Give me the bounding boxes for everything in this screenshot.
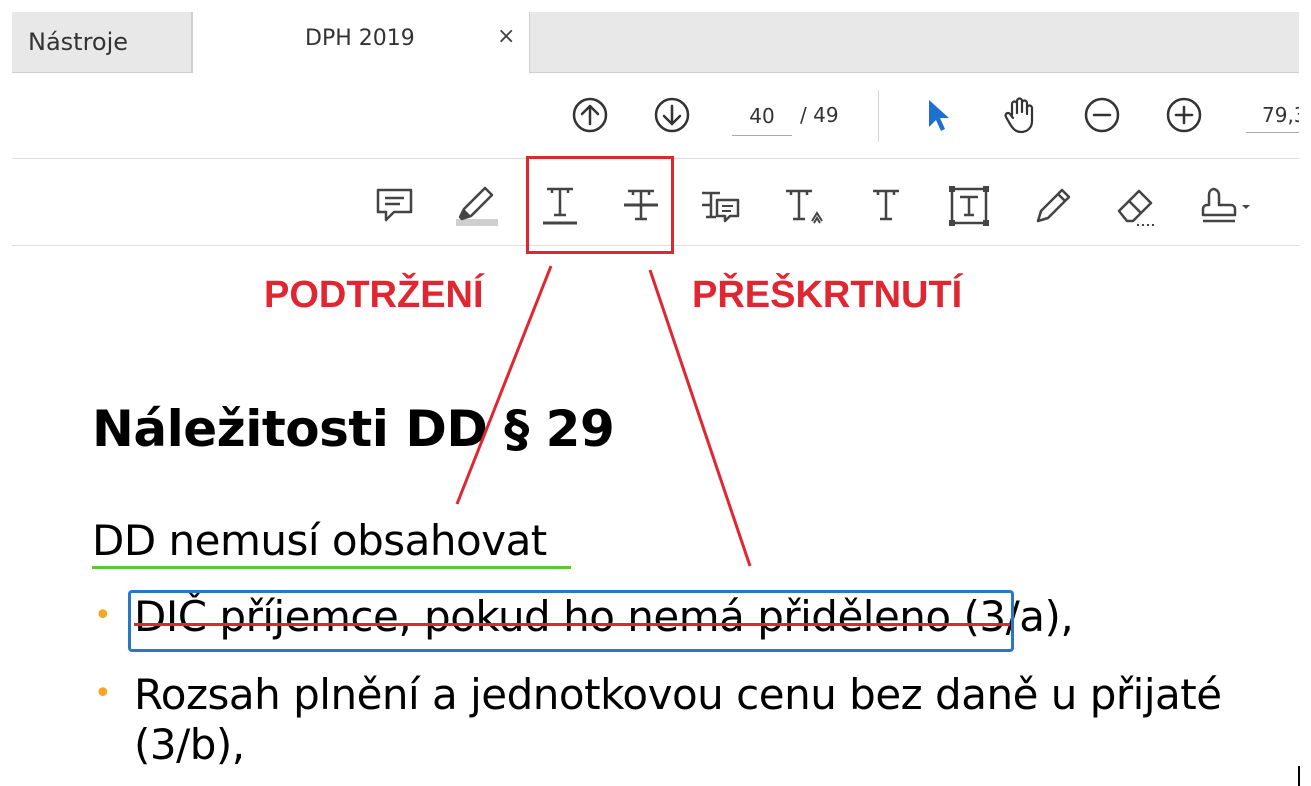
callout-pointer-lines xyxy=(455,265,752,567)
text-cursor xyxy=(1298,766,1300,786)
